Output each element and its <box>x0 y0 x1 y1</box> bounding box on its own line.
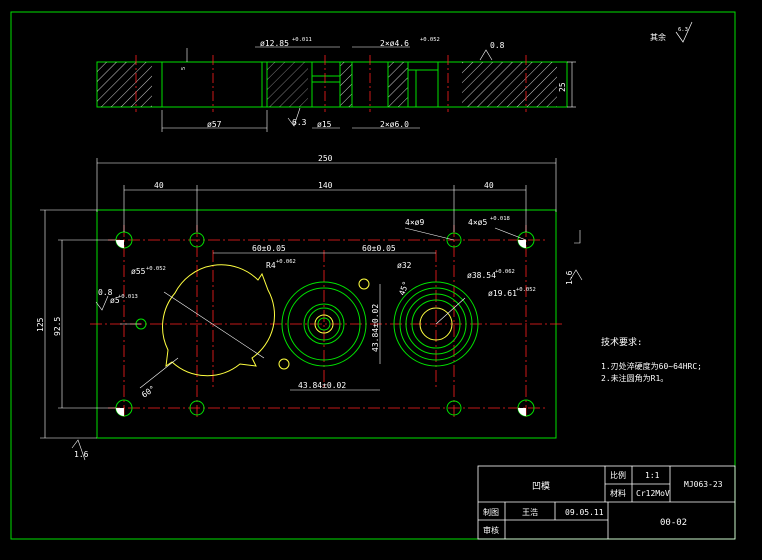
section-d2-label: 2×ø4.6 <box>380 39 409 48</box>
rough-lower-left: 1.6 <box>74 450 89 459</box>
technical-notes: 技术要求: 1.刃处淬硬度为60~64HRC; 2.未注圆角为R1。 <box>601 336 702 383</box>
dim-43-horizontal: 43.84±0.02 <box>298 381 346 390</box>
dim-d19-tol: +0.052 <box>516 287 536 293</box>
dim-d38-tol: +0.062 <box>495 269 515 275</box>
tb-part-name: 凹模 <box>532 481 550 492</box>
dim-40-right: 40 <box>484 181 494 190</box>
dim-d38: ø38.54 <box>467 271 496 280</box>
dim-d55-tol: +0.052 <box>146 266 166 272</box>
roughness-note: 其余 6.3 <box>650 21 693 43</box>
dim-r4: R4 <box>266 261 276 270</box>
dim-60-left: 60±0.05 <box>252 244 286 253</box>
rough-right: 1.6 <box>565 270 574 285</box>
tb-scale: 1:1 <box>645 471 660 480</box>
notes-line-2: 2.未注圆角为R1。 <box>601 373 668 383</box>
dim-60-right: 60±0.05 <box>362 244 396 253</box>
tb-date: 09.05.11 <box>565 508 604 517</box>
tb-material: Cr12MoV <box>636 489 670 498</box>
dim-92-5: 92.5 <box>53 317 62 336</box>
dim-d32: ø32 <box>397 261 412 270</box>
tb-checked-label: 审核 <box>483 525 499 535</box>
dim-250: 250 <box>318 154 333 163</box>
roughness-other-value: 6.3 <box>678 27 688 33</box>
section-rough-top: 0.8 <box>490 41 505 50</box>
dim-d5-tol: +0.013 <box>118 294 138 300</box>
dim-40-left: 40 <box>154 181 164 190</box>
dim-4x5-tol: +0.018 <box>490 216 510 222</box>
dim-r4-tol: +0.062 <box>276 259 296 265</box>
dim-d55: ø55 <box>131 267 146 276</box>
section-rough-bottom: 6.3 <box>292 118 307 127</box>
section-h5-label: 5 <box>181 67 187 70</box>
dim-140: 140 <box>318 181 333 190</box>
section-d57-label: ø57 <box>207 120 222 129</box>
tb-material-label: 材料 <box>610 488 626 498</box>
notes-title: 技术要求: <box>601 336 642 348</box>
roughness-other-label: 其余 <box>650 32 666 42</box>
section-d15-label: ø15 <box>317 120 332 129</box>
dim-45deg: 45° <box>397 280 410 297</box>
tb-drawing-no: MJ063-23 <box>684 480 723 489</box>
notes-line-1: 1.刃处淬硬度为60~64HRC; <box>601 361 702 371</box>
dim-43-vertical: 43.84±0.02 <box>371 304 380 352</box>
dim-d19: ø19.61 <box>488 289 517 298</box>
cad-drawing: ø12.85 +0.011 2×ø4.6 +0.052 ø57 ø15 2×ø6… <box>10 11 736 540</box>
dim-4x5: 4×ø5 <box>468 218 487 227</box>
tb-sheet: 00-02 <box>660 518 687 528</box>
section-d6-label: 2×ø6.0 <box>380 120 409 129</box>
plan-view: 250 40 140 40 125 92.5 60±0.05 60±0.05 R… <box>36 154 583 461</box>
section-d1-tol: +0.011 <box>292 37 312 43</box>
tb-scale-label: 比例 <box>610 470 626 480</box>
section-view: ø12.85 +0.011 2×ø4.6 +0.052 ø57 ø15 2×ø6… <box>96 37 576 132</box>
dim-4x9: 4×ø9 <box>405 218 424 227</box>
section-d2-tol: +0.052 <box>420 37 440 43</box>
section-h25-label: 25 <box>558 82 567 92</box>
dim-125: 125 <box>36 317 45 332</box>
title-block <box>477 465 736 540</box>
tb-drawn-by: 王浩 <box>522 507 538 517</box>
tb-drawn-label: 制图 <box>483 507 499 517</box>
rough-left: 0.8 <box>98 288 113 297</box>
section-d1-label: ø12.85 <box>260 39 289 48</box>
left-cavity-contour <box>162 264 275 377</box>
